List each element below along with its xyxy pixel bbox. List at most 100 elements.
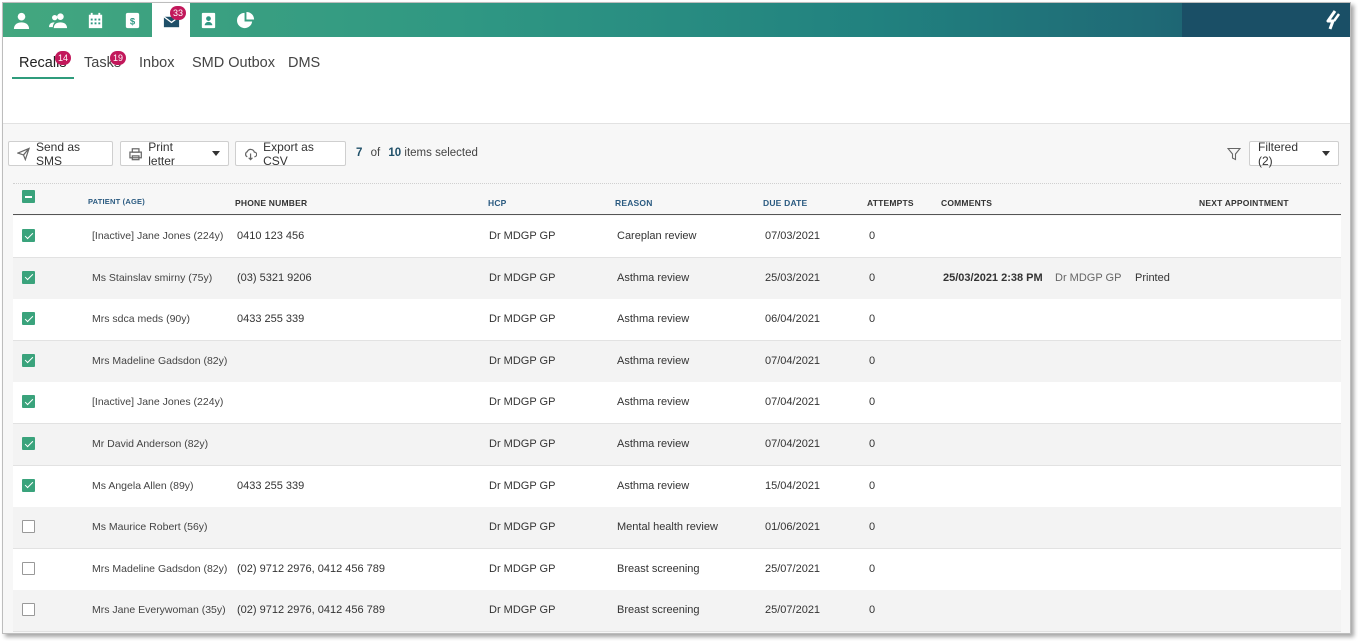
due-date-cell: 07/04/2021 (765, 396, 821, 409)
attempts-cell: 0 (869, 271, 876, 284)
tasks-count-badge: 19 (110, 51, 127, 65)
row-checkbox[interactable] (22, 395, 35, 409)
comment-date-cell: 25/03/2021 2:38 PM (943, 271, 1043, 284)
table-row[interactable]: Mr David Anderson (82y) Dr MDGP GP Asthma … (13, 424, 1341, 466)
send-as-sms-label: Send as SMS (35, 139, 81, 168)
table-row[interactable]: Mrs Madeline Gadsdon (82y) (02) 9712 2976… (13, 548, 1341, 591)
hcp-cell: Dr MDGP GP (489, 313, 556, 326)
patient-cell[interactable]: [Inactive] Jane Jones (224y) (92, 396, 223, 408)
cloud-download-icon (245, 148, 258, 160)
column-header-next-appointment[interactable]: NEXT APPOINTMENT (1199, 198, 1289, 208)
calendar-icon[interactable] (77, 3, 114, 37)
row-checkbox[interactable] (22, 561, 35, 575)
select-all-checkbox[interactable] (22, 190, 35, 203)
attempts-cell: 0 (869, 479, 876, 492)
attempts-cell: 0 (869, 438, 876, 450)
selected-count: 7 (356, 147, 363, 159)
phone-cell: (03) 5321 9206 (237, 271, 312, 284)
reports-icon[interactable] (227, 3, 264, 37)
row-checkbox[interactable] (22, 478, 35, 492)
filter-icon[interactable] (1227, 147, 1241, 161)
row-checkbox[interactable] (22, 353, 35, 367)
attempts-cell: 0 (869, 230, 876, 242)
chevron-down-icon (1322, 151, 1330, 156)
table-row[interactable]: [Inactive] Jane Jones (224y) 0410 123 456… (13, 216, 1341, 258)
tab-recalls[interactable]: Recalls 14 (19, 51, 72, 77)
row-checkbox[interactable] (22, 270, 35, 284)
comment-author-cell: Dr MDGP GP (1055, 271, 1122, 284)
column-header-attempts[interactable]: ATTEMPTS (867, 198, 914, 208)
total-count: 10 (388, 147, 402, 159)
table-row[interactable]: Mrs Jane Everywoman (35y) (02) 9712 2976,… (13, 590, 1341, 633)
patient-cell[interactable]: Ms Stainslav smirny (75y) (92, 272, 212, 284)
filter-dropdown[interactable]: Filtered (2) (1249, 140, 1339, 168)
column-header-comments[interactable]: COMMENTS (941, 198, 992, 208)
patient-cell[interactable]: Ms Angela Allen (89y) (92, 480, 194, 492)
row-checkbox[interactable] (22, 229, 35, 242)
reason-cell: Asthma review (617, 396, 690, 409)
comment-status-cell: Printed (1135, 271, 1170, 284)
table-header: PATIENT (AGE) PHONE NUMBER HCP REASON DU… (13, 189, 1341, 215)
selection-summary: 7 of 10 items selected (356, 147, 478, 159)
users-icon[interactable] (40, 3, 77, 37)
table-row[interactable]: Ms Stainslav smirny (75y) (03) 5321 9206 D… (13, 257, 1341, 300)
column-header-patient[interactable]: PATIENT (AGE) (88, 197, 145, 206)
patient-cell[interactable]: Mr David Anderson (82y) (92, 438, 208, 450)
table-row[interactable]: [Inactive] Jane Jones (224y) Dr MDGP GP As… (13, 382, 1341, 425)
recalls-window: $ 33 Recalls 14 Tasks 19 Inbox SMD Outbo… (2, 2, 1351, 634)
top-nav-bar: $ 33 (3, 3, 1350, 39)
attempts-cell: 0 (869, 313, 876, 326)
column-header-phone[interactable]: PHONE NUMBER (235, 198, 307, 208)
row-checkbox[interactable] (22, 312, 35, 326)
reason-cell: Mental health review (617, 521, 718, 534)
person-icon[interactable] (3, 3, 40, 37)
reason-cell: Asthma review (617, 313, 690, 326)
due-date-cell: 01/06/2021 (765, 521, 821, 534)
export-as-csv-button[interactable]: Export as CSV (235, 140, 346, 168)
tab-inbox[interactable]: Inbox (139, 55, 174, 77)
hcp-cell: Dr MDGP GP (489, 562, 556, 575)
tab-tasks[interactable]: Tasks 19 (84, 51, 127, 77)
tab-inbox-label: Inbox (139, 55, 175, 71)
row-checkbox[interactable] (22, 603, 35, 617)
tab-dms[interactable]: DMS (288, 55, 320, 77)
patient-cell[interactable]: Mrs sdca meds (90y) (92, 313, 190, 325)
sub-tab-bar: Recalls 14 Tasks 19 Inbox SMD Outbox DMS (3, 37, 1350, 124)
tab-smd-outbox[interactable]: SMD Outbox (192, 55, 275, 77)
reason-cell: Asthma review (617, 271, 690, 284)
send-as-sms-button[interactable]: Send as SMS (8, 139, 113, 168)
due-date-cell: 25/07/2021 (765, 562, 821, 575)
active-tab-underline (12, 77, 74, 79)
patient-cell[interactable]: Mrs Madeline Gadsdon (82y) (92, 355, 227, 367)
table-row[interactable]: Ms Angela Allen (89y) 0433 255 339 Dr MDGP… (13, 465, 1341, 508)
phone-cell: (02) 9712 2976, 0412 456 789 (237, 604, 386, 617)
print-letter-button[interactable]: Print letter (120, 139, 229, 168)
table-row[interactable]: Ms Maurice Robert (56y) Dr MDGP GP Mental … (13, 507, 1341, 550)
print-letter-label: Print letter (148, 139, 175, 168)
column-header-hcp[interactable]: HCP (488, 198, 507, 208)
phone-cell: 0433 255 339 (237, 479, 305, 492)
table-row[interactable]: Mrs Madeline Gadsdon (82y) Dr MDGP GP Asth… (13, 340, 1341, 383)
hcp-cell: Dr MDGP GP (489, 479, 556, 492)
contacts-icon[interactable] (190, 3, 227, 37)
patient-cell[interactable]: Mrs Madeline Gadsdon (82y) (92, 563, 227, 575)
items-selected-text: items selected (404, 147, 478, 159)
attempts-cell: 0 (869, 562, 876, 575)
row-checkbox[interactable] (22, 437, 35, 450)
phone-cell: 0410 123 456 (237, 230, 305, 242)
patient-cell[interactable]: Ms Maurice Robert (56y) (92, 521, 208, 533)
due-date-cell: 07/04/2021 (765, 354, 821, 367)
patient-cell[interactable]: [Inactive] Jane Jones (224y) (92, 230, 223, 242)
mail-icon[interactable]: 33 (152, 3, 190, 39)
due-date-cell: 25/03/2021 (765, 271, 821, 284)
table-row[interactable]: Mrs sdca meds (90y) 0433 255 339 Dr MDGP G… (13, 299, 1341, 342)
reason-cell: Breast screening (617, 604, 700, 617)
row-checkbox[interactable] (22, 520, 35, 534)
column-header-due-date[interactable]: DUE DATE (763, 198, 807, 208)
due-date-cell: 06/04/2021 (765, 313, 821, 326)
column-header-reason[interactable]: REASON (615, 198, 653, 208)
billing-icon[interactable]: $ (114, 3, 151, 37)
brand-logo-icon (1326, 10, 1341, 30)
patient-cell[interactable]: Mrs Jane Everywoman (35y) (92, 604, 226, 616)
hcp-cell: Dr MDGP GP (489, 438, 556, 450)
